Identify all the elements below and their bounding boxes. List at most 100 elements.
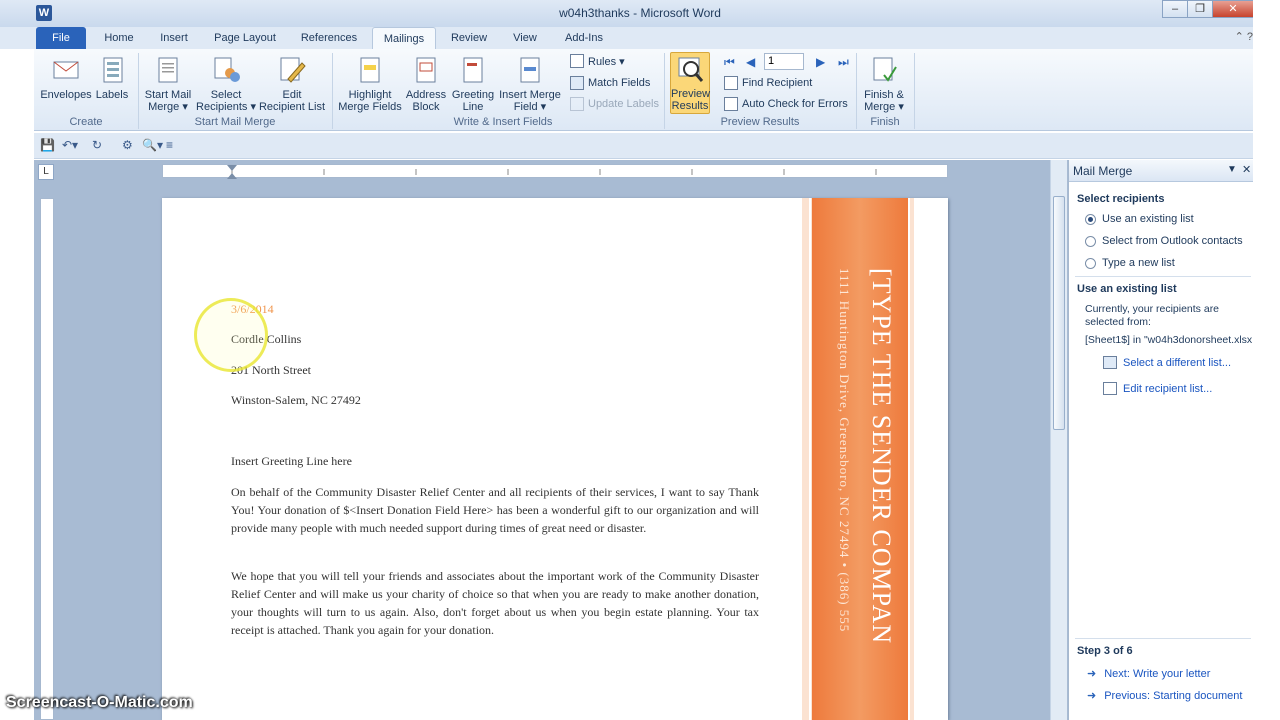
match-fields-button[interactable]: Match Fields xyxy=(570,76,650,90)
pane-divider xyxy=(1075,638,1251,639)
find-recipient-button[interactable]: Find Recipient xyxy=(724,76,812,90)
scrollbar-thumb[interactable] xyxy=(1053,196,1065,430)
finish-merge-button[interactable]: Finish & Merge ▾ xyxy=(860,55,908,113)
greeting-line-button[interactable]: Greeting Line xyxy=(450,55,496,113)
group-separator xyxy=(664,53,665,129)
address-block-button[interactable]: Address Block xyxy=(402,55,450,113)
tab-page-layout[interactable]: Page Layout xyxy=(206,27,284,49)
auto-check-errors-button[interactable]: Auto Check for Errors xyxy=(724,97,848,111)
sidebar-stripe xyxy=(908,198,910,720)
recipients-icon xyxy=(214,57,240,82)
tab-file[interactable]: File xyxy=(36,27,86,49)
document-merge-icon xyxy=(158,57,178,83)
group-separator xyxy=(856,53,857,129)
arrow-left-icon: ➜ xyxy=(1087,690,1097,702)
restore-button[interactable]: ❐ xyxy=(1187,0,1213,18)
tab-references[interactable]: References xyxy=(294,27,364,49)
group-label-finish: Finish xyxy=(870,116,900,128)
recipient-city[interactable]: Winston-Salem, NC 27492 xyxy=(231,393,361,408)
labels-button[interactable]: Labels xyxy=(94,55,130,101)
auto-check-icon xyxy=(724,97,738,111)
table-icon xyxy=(1103,356,1117,369)
greeting-line-icon xyxy=(463,57,483,83)
ribbon-mailings: Envelopes Labels Create Start Mail Merge… xyxy=(34,49,1253,131)
vertical-ruler[interactable] xyxy=(40,198,54,720)
envelopes-button[interactable]: Envelopes xyxy=(38,55,94,101)
start-mail-merge-button[interactable]: Start Mail Merge ▾ xyxy=(140,55,196,113)
mouse-cursor-highlight xyxy=(194,298,268,372)
previous-step-link[interactable]: ➜ Previous: Starting document xyxy=(1087,689,1242,703)
next-step-link[interactable]: ➜ Next: Write your letter xyxy=(1087,667,1210,681)
redo-icon[interactable]: ↻ xyxy=(92,138,102,152)
tab-home[interactable]: Home xyxy=(96,27,142,49)
close-button[interactable]: ✕ xyxy=(1212,0,1254,18)
highlight-merge-fields-button[interactable]: Highlight Merge Fields xyxy=(338,55,402,113)
tab-insert[interactable]: Insert xyxy=(152,27,196,49)
insert-merge-field-button[interactable]: Insert Merge Field ▾ xyxy=(496,55,564,113)
quick-access-toolbar: 💾 ↶▾ ↻ ⚙ 🔍▾ ≡ xyxy=(34,133,1253,159)
print-preview-icon[interactable]: 🔍▾ xyxy=(142,138,163,152)
update-labels-icon xyxy=(570,97,584,111)
highlight-icon xyxy=(360,57,380,83)
rules-button[interactable]: Rules ▾ xyxy=(570,54,625,68)
labels-icon xyxy=(103,57,123,83)
window-title: w04h3thanks - Microsoft Word xyxy=(559,6,721,20)
select-recipients-button[interactable]: Select Recipients ▾ xyxy=(196,55,256,113)
screencast-watermark: Screencast-O-Matic.com xyxy=(6,694,193,711)
select-recipients-heading: Select recipients xyxy=(1077,193,1165,205)
address-block-icon xyxy=(416,57,436,83)
pane-menu-icon[interactable]: ▼ xyxy=(1227,164,1237,175)
finish-merge-icon xyxy=(873,57,897,82)
last-record-icon: ⏭ xyxy=(838,55,849,69)
letter-paragraph-2[interactable]: We hope that you will tell your friends … xyxy=(231,567,759,639)
document-page[interactable]: 3/6/2014 Cordle Collins 201 North Street… xyxy=(162,198,948,720)
preview-results-button[interactable]: Preview Results xyxy=(670,52,710,114)
next-record-button[interactable]: ▶ xyxy=(816,55,825,69)
undo-icon[interactable]: ↶▾ xyxy=(62,138,78,152)
edit-recipient-list-button[interactable]: Edit Recipient List xyxy=(258,55,326,113)
letter-paragraph-1[interactable]: On behalf of the Community Disaster Reli… xyxy=(231,483,759,537)
help-icon[interactable]: ⌃ ? xyxy=(1235,30,1253,43)
first-record-icon: ⏮ xyxy=(724,55,735,69)
group-label-preview-results: Preview Results xyxy=(720,116,800,128)
radio-icon xyxy=(1085,235,1096,247)
tab-add-ins[interactable]: Add-Ins xyxy=(556,27,612,49)
spelling-icon[interactable]: ⚙ xyxy=(122,138,133,152)
group-separator xyxy=(914,53,915,129)
pane-header: Mail Merge ▼ ✕ xyxy=(1069,160,1254,182)
mail-merge-pane: Mail Merge ▼ ✕ Select recipients Use an … xyxy=(1068,160,1254,720)
ruler-ticks xyxy=(227,165,877,179)
radio-use-existing-list[interactable]: Use an existing list xyxy=(1085,213,1194,225)
radio-outlook-contacts[interactable]: Select from Outlook contacts xyxy=(1085,235,1243,247)
minimize-button[interactable]: – xyxy=(1162,0,1188,18)
sender-company-placeholder[interactable]: [TYPE THE SENDER COMPAN xyxy=(866,268,896,644)
tab-selector[interactable]: L xyxy=(38,164,54,180)
group-separator xyxy=(138,53,139,129)
document-scrollbar[interactable] xyxy=(1050,160,1067,720)
sender-address[interactable]: 1111 Huntington Drive, Greensboro, NC 27… xyxy=(836,268,852,632)
customize-toolbar-icon[interactable]: ≡ xyxy=(166,138,173,152)
envelope-icon xyxy=(53,61,79,79)
greeting-line[interactable]: Insert Greeting Line here xyxy=(231,454,352,469)
tab-view[interactable]: View xyxy=(504,27,546,49)
radio-selected-icon xyxy=(1085,213,1096,225)
radio-icon xyxy=(1085,257,1096,269)
edit-recipient-list-link[interactable]: Edit recipient list... xyxy=(1103,382,1212,395)
group-separator xyxy=(332,53,333,129)
match-fields-icon xyxy=(570,76,584,90)
preview-results-icon xyxy=(678,57,704,82)
pane-divider xyxy=(1075,276,1251,277)
previous-record-button[interactable]: ◀ xyxy=(746,55,755,69)
tab-review[interactable]: Review xyxy=(444,27,494,49)
record-number-input[interactable]: 1 xyxy=(764,53,804,70)
last-record-button[interactable]: ⏭ xyxy=(838,55,849,70)
pane-close-icon[interactable]: ✕ xyxy=(1242,163,1251,176)
select-different-list-link[interactable]: Select a different list... xyxy=(1103,356,1231,369)
radio-type-new-list[interactable]: Type a new list xyxy=(1085,257,1175,269)
step-indicator: Step 3 of 6 xyxy=(1077,645,1133,657)
save-icon[interactable]: 💾 xyxy=(40,138,55,152)
first-record-button[interactable]: ⏮ xyxy=(724,55,735,70)
horizontal-ruler[interactable] xyxy=(162,164,948,179)
tab-mailings[interactable]: Mailings xyxy=(372,27,436,49)
group-label-start-mail-merge: Start Mail Merge xyxy=(194,116,276,128)
